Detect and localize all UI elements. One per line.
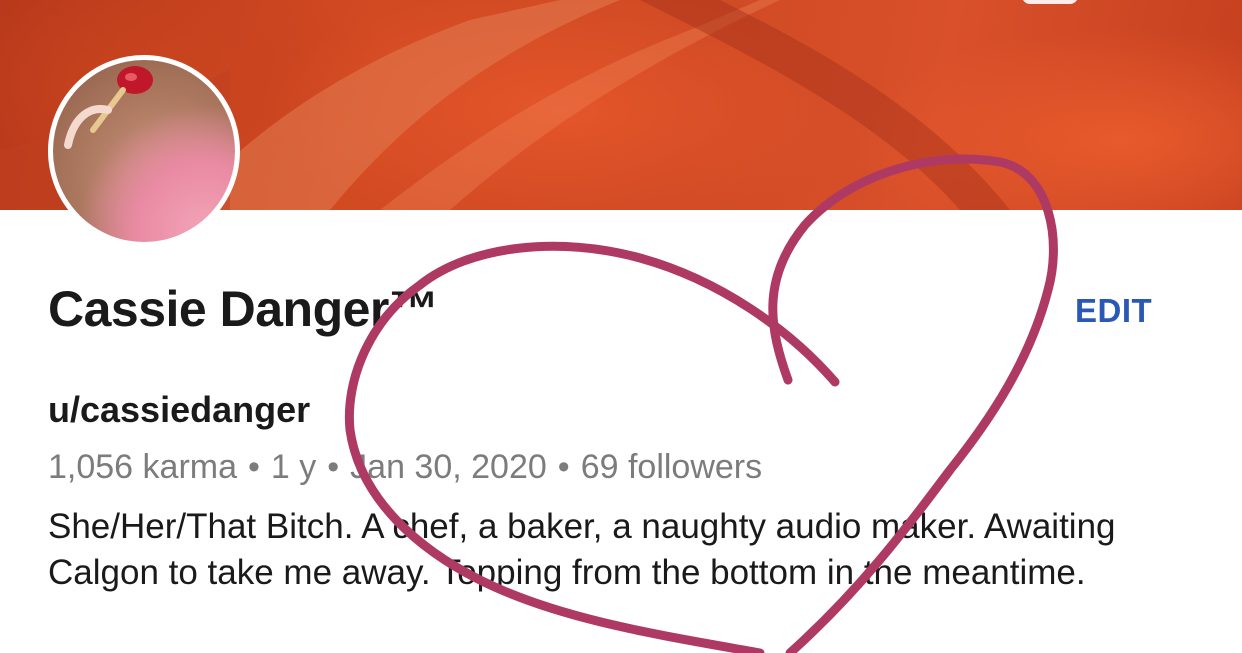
followers-count[interactable]: 69 followers (581, 448, 762, 486)
separator-dot: • (248, 448, 260, 486)
karma-count: 1,056 karma (48, 448, 237, 486)
join-date: Jan 30, 2020 (350, 448, 547, 486)
profile-stats: 1,056 karma • 1 y • Jan 30, 2020 • 69 follower… (48, 448, 762, 487)
status-pill (1022, 0, 1078, 4)
separator-dot: • (327, 448, 340, 486)
display-name: Cassie Danger™ (48, 281, 439, 337)
profile-bio: She/Her/That Bitch. A chef, a baker, a n… (48, 507, 1116, 592)
separator-dot: • (557, 448, 570, 486)
profile-page: Cassie Danger™ EDIT u/cassiedanger 1,056… (0, 0, 1242, 653)
avatar[interactable] (48, 55, 240, 247)
username: u/cassiedanger (48, 389, 311, 430)
avatar-image (53, 60, 235, 242)
account-age: 1 y (270, 448, 317, 486)
edit-profile-button[interactable]: EDIT (1075, 292, 1152, 330)
